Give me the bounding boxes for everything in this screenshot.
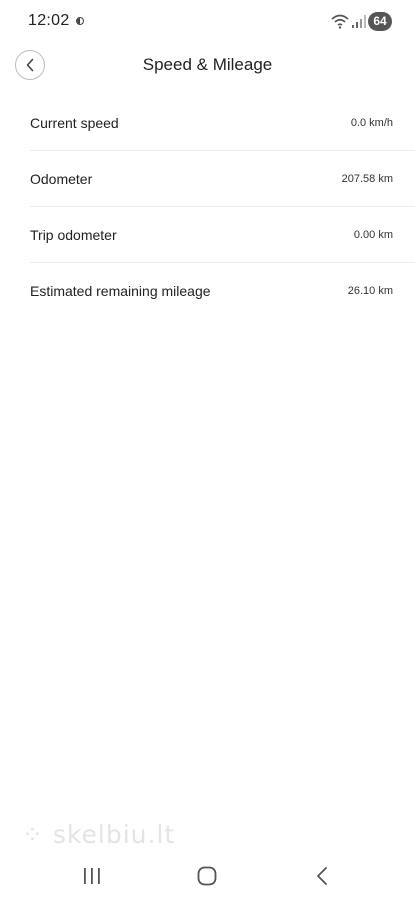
- row-label: Current speed: [30, 115, 119, 131]
- row-current-speed: Current speed 0.0 km/h: [30, 95, 415, 151]
- signal-icon: [352, 15, 366, 28]
- row-label: Odometer: [30, 171, 93, 187]
- status-time: 12:02: [28, 12, 70, 29]
- home-icon[interactable]: [197, 866, 217, 886]
- status-bar: 12:02 64: [0, 0, 415, 44]
- recents-icon[interactable]: [82, 867, 102, 885]
- system-nav-bar: [0, 855, 415, 900]
- page-title: Speed & Mileage: [142, 55, 273, 74]
- battery-badge: 64: [368, 12, 392, 31]
- back-icon[interactable]: [314, 865, 330, 887]
- info-list: Current speed 0.0 km/h Odometer 207.58 k…: [0, 95, 415, 319]
- row-label: Trip odometer: [30, 227, 117, 243]
- row-estimated-remaining-mileage: Estimated remaining mileage 26.10 km: [30, 263, 415, 319]
- row-value: 0.0 km/h: [350, 117, 393, 129]
- row-value: 207.58 km: [341, 173, 393, 185]
- row-trip-odometer: Trip odometer 0.00 km: [30, 207, 415, 263]
- data-saver-icon: [76, 17, 84, 25]
- wifi-icon: [331, 14, 349, 29]
- row-odometer: Odometer 207.58 km: [30, 151, 415, 207]
- watermark: ⁘ skelbiu.lt: [22, 820, 176, 849]
- watermark-text: skelbiu.lt: [52, 820, 176, 849]
- row-value: 26.10 km: [347, 285, 393, 297]
- row-value: 0.00 km: [353, 229, 393, 241]
- row-label: Estimated remaining mileage: [30, 283, 211, 299]
